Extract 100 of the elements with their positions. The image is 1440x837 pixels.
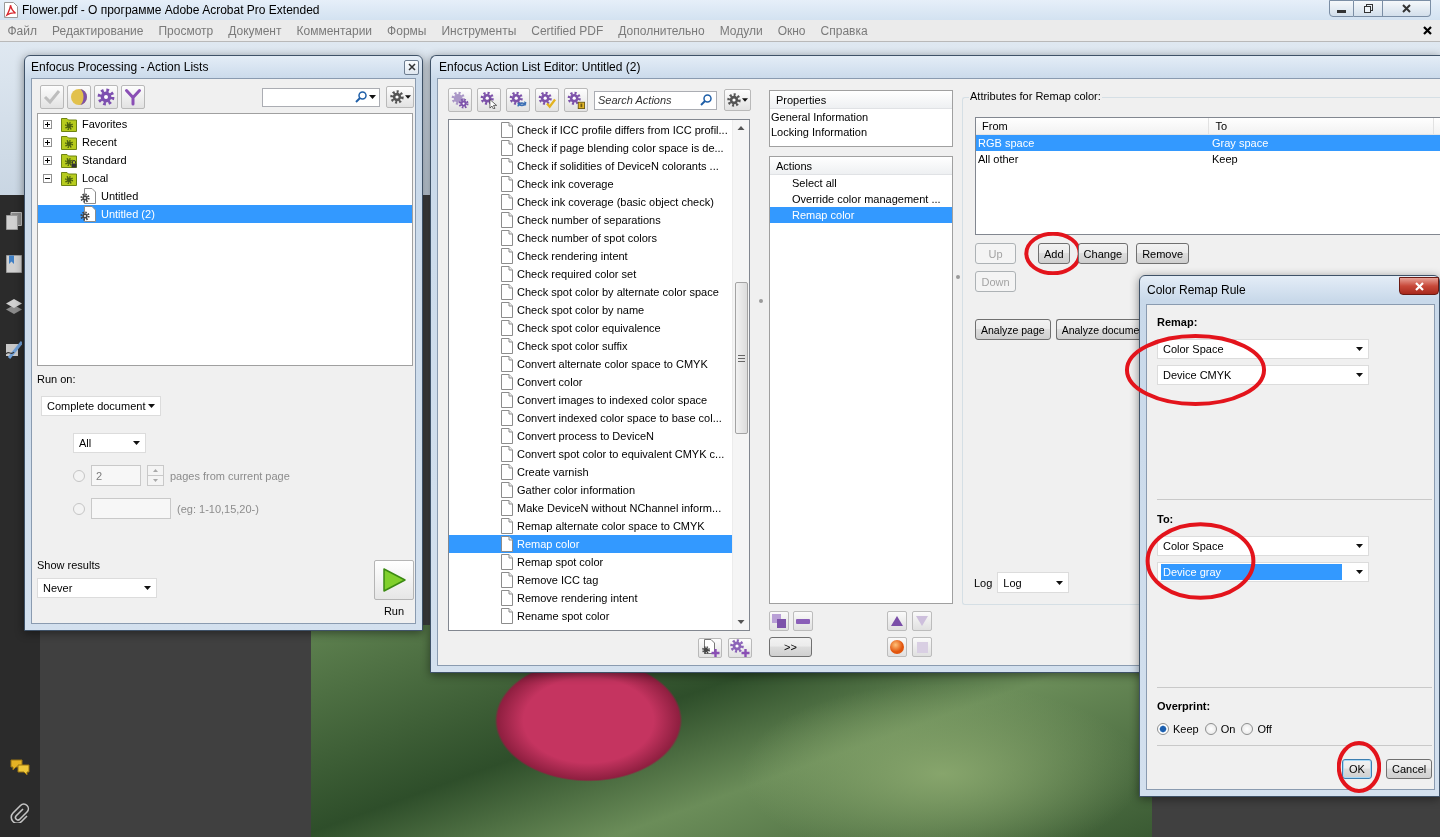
duplicate-button[interactable] xyxy=(769,611,789,631)
close-button[interactable] xyxy=(1383,0,1431,17)
list-item[interactable]: Check spot color by alternate color space xyxy=(449,283,732,301)
remove-button[interactable] xyxy=(793,611,813,631)
list-item[interactable]: Remap alternate color space to CMYK xyxy=(449,517,732,535)
list-item[interactable]: Check required color set xyxy=(449,265,732,283)
list-item[interactable]: Check ink coverage xyxy=(449,175,732,193)
splitter-handle[interactable] xyxy=(758,299,763,303)
options-button[interactable] xyxy=(386,86,414,108)
search-icon xyxy=(355,90,367,103)
transfer-button[interactable]: >> xyxy=(769,637,812,657)
action-button[interactable]: Add xyxy=(1038,243,1070,264)
restore-button[interactable] xyxy=(1354,0,1383,17)
bookmark-icon[interactable] xyxy=(6,255,22,273)
plus-box-icon[interactable] xyxy=(43,155,52,165)
list-item[interactable]: Convert color xyxy=(449,373,732,391)
list-item[interactable]: Check if solidities of DeviceN colorants ... xyxy=(449,157,732,175)
show-results-dropdown[interactable]: Never xyxy=(37,578,157,598)
radio-label: Keep xyxy=(1173,723,1199,735)
pages-dropdown[interactable]: All xyxy=(73,433,146,453)
caret-icon xyxy=(404,95,411,99)
list-item[interactable]: Check spot color equivalence xyxy=(449,319,732,337)
tool-button[interactable] xyxy=(506,88,530,112)
radio-button[interactable] xyxy=(1204,723,1217,735)
list-item[interactable]: Override color management ... xyxy=(770,191,952,207)
log-dropdown[interactable]: Log xyxy=(997,572,1070,593)
table-row[interactable]: All other Keep xyxy=(976,151,1440,167)
tool-button[interactable] xyxy=(564,88,588,112)
new-action-button[interactable] xyxy=(698,638,722,658)
scrollbar-thumb[interactable] xyxy=(734,282,748,434)
tool-button[interactable] xyxy=(535,88,559,112)
splitter-handle[interactable] xyxy=(955,275,960,279)
search-field[interactable]: Search Actions xyxy=(594,90,717,110)
add-action-button[interactable] xyxy=(728,638,752,658)
document-icon xyxy=(501,176,513,192)
dropdown[interactable]: Color Space xyxy=(1157,536,1369,556)
close-button[interactable] xyxy=(404,59,419,75)
move-up-button[interactable] xyxy=(887,611,907,631)
list-item[interactable]: Convert process to DeviceN xyxy=(449,427,732,445)
pages-icon[interactable] xyxy=(6,212,22,230)
list-item[interactable]: Make DeviceN without NChannel inform... xyxy=(449,499,732,517)
radio-button[interactable] xyxy=(1157,723,1169,735)
plus-box-icon[interactable] xyxy=(43,137,52,147)
tree-item[interactable]: Standard xyxy=(38,151,412,169)
list-item[interactable]: Convert alternate color space to CMYK xyxy=(449,355,732,373)
list-item[interactable]: Check number of separations xyxy=(449,211,732,229)
options-button[interactable] xyxy=(724,89,751,111)
column-header[interactable]: From xyxy=(976,118,1210,134)
action-button[interactable]: Remove xyxy=(1136,243,1190,264)
tree-item[interactable]: Favorites xyxy=(38,115,412,133)
list-item[interactable]: Check if page blending color space is de... xyxy=(449,139,732,157)
tree-item[interactable]: Untitled xyxy=(38,187,412,205)
list-item[interactable]: Check spot color suffix xyxy=(449,337,732,355)
list-item[interactable]: Remap spot color xyxy=(449,553,732,571)
analyze-button[interactable]: Analyze page xyxy=(975,319,1051,340)
scope-dropdown[interactable]: Complete document xyxy=(41,396,161,416)
list-item[interactable]: Select all xyxy=(770,175,952,191)
search-field[interactable] xyxy=(262,87,380,107)
dialog-button[interactable]: OK xyxy=(1342,759,1372,779)
tree-item[interactable]: Local xyxy=(38,169,412,187)
list-item[interactable]: Check ink coverage (basic object check) xyxy=(449,193,732,211)
close-icon xyxy=(1402,4,1411,13)
properties-item[interactable]: Locking Information xyxy=(770,124,952,139)
list-item[interactable]: Check if ICC profile differs from ICC profil... xyxy=(449,121,732,139)
record-button[interactable] xyxy=(887,637,907,657)
minus-box-icon[interactable] xyxy=(43,173,52,183)
paperclip-icon[interactable] xyxy=(10,803,30,823)
analyze-button[interactable]: Analyze docume xyxy=(1055,319,1141,340)
list-item[interactable]: Create varnish xyxy=(449,463,732,481)
action-button[interactable]: Change xyxy=(1077,243,1129,264)
list-item[interactable]: Convert images to indexed color space xyxy=(449,391,732,409)
dialog-button[interactable]: Cancel xyxy=(1386,759,1432,779)
tool-button[interactable] xyxy=(94,85,118,109)
list-item[interactable]: Rename spot color xyxy=(449,607,732,625)
properties-item[interactable]: General Information xyxy=(770,109,952,124)
list-item[interactable]: Check spot color by name xyxy=(449,301,732,319)
tool-button[interactable] xyxy=(448,88,472,112)
list-item[interactable]: Convert spot color to equivalent CMYK c... xyxy=(449,445,732,463)
list-item[interactable]: Check number of spot colors xyxy=(449,229,732,247)
tool-button[interactable] xyxy=(67,85,91,109)
dropdown[interactable]: Device CMYK xyxy=(1157,365,1369,385)
tree-item[interactable]: Recent xyxy=(38,133,412,151)
list-item[interactable]: Convert indexed color space to base col... xyxy=(449,409,732,427)
list-item[interactable]: Remove rendering intent xyxy=(449,589,732,607)
close-button[interactable] xyxy=(1399,277,1439,295)
tool-button[interactable] xyxy=(477,88,501,112)
close-icon[interactable] xyxy=(1423,26,1432,35)
minimize-button[interactable] xyxy=(1329,0,1354,17)
plus-box-icon[interactable] xyxy=(43,119,52,129)
dropdown[interactable]: Color Space xyxy=(1157,339,1369,359)
tool-button[interactable] xyxy=(121,85,145,109)
list-item[interactable]: Gather color information xyxy=(449,481,732,499)
page-range-field[interactable] xyxy=(91,498,171,519)
run-button[interactable] xyxy=(374,560,414,600)
list-item[interactable]: Check rendering intent xyxy=(449,247,732,265)
comments-icon[interactable] xyxy=(10,758,30,778)
radio-button[interactable] xyxy=(1241,723,1254,735)
column-header[interactable]: To xyxy=(1209,118,1434,134)
layers-icon[interactable] xyxy=(6,298,22,316)
list-item[interactable]: Remove ICC tag xyxy=(449,571,732,589)
